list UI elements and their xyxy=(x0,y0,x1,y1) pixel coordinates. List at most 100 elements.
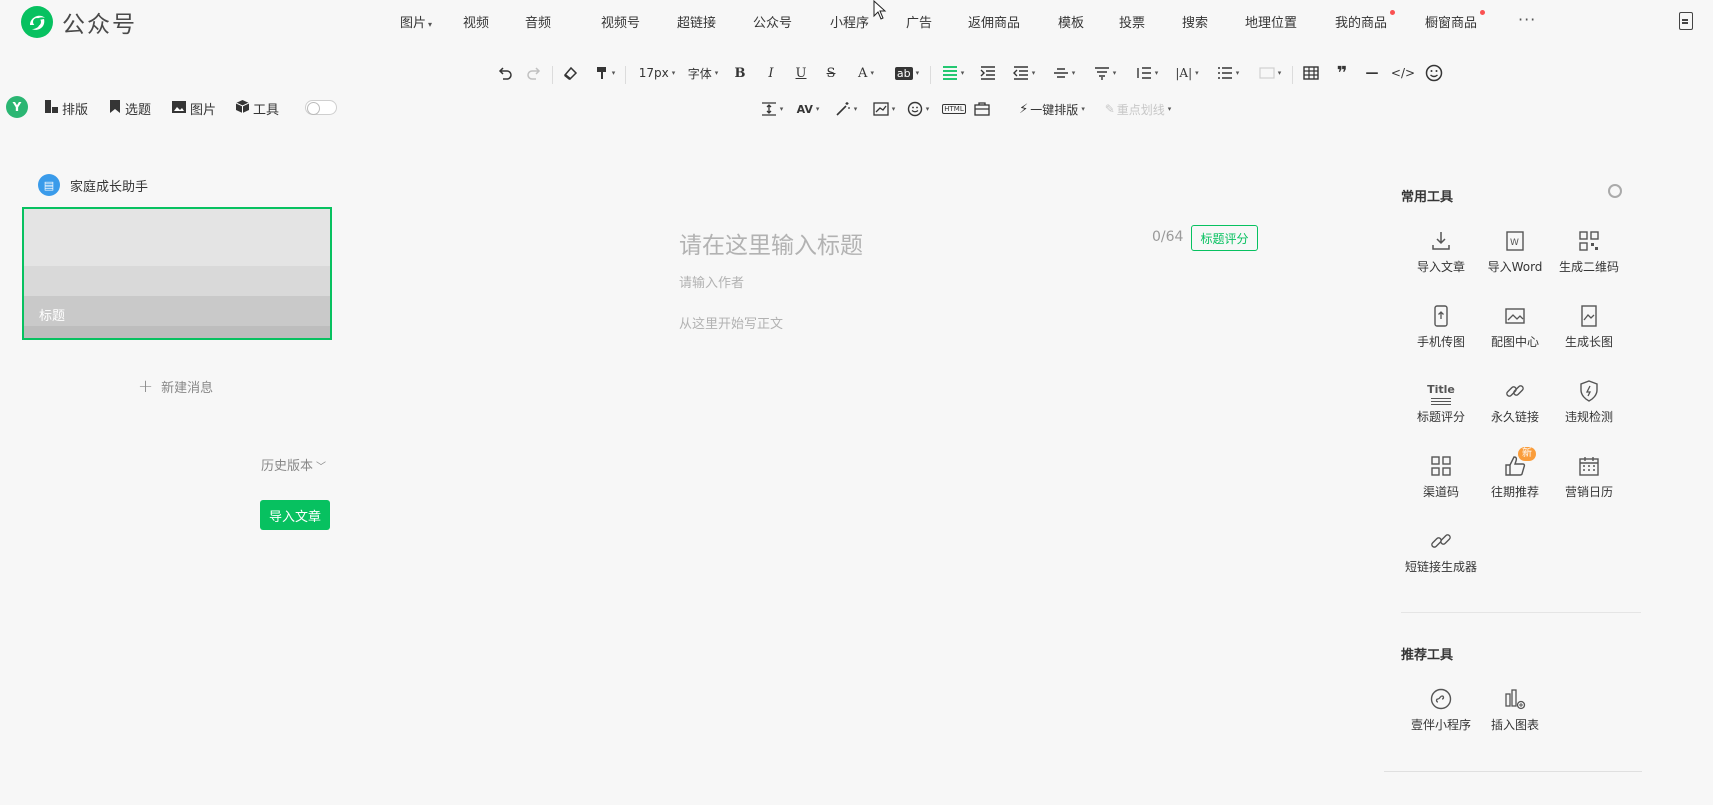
channel-code-icon xyxy=(1430,455,1452,477)
link-icon xyxy=(1504,380,1526,402)
align-icon[interactable]: ▾ xyxy=(940,62,966,84)
tool-title-score[interactable]: Title 标题评分 xyxy=(1401,380,1481,425)
redo-icon[interactable] xyxy=(524,62,544,84)
tools-panel: 常用工具 导入文章 W 导入Word 生成二维码 手机传图 配图中心 生成长图 … xyxy=(1384,170,1642,772)
nav-ads[interactable]: 广告 xyxy=(906,12,932,31)
kerning-icon[interactable]: AV ▾ xyxy=(794,98,822,120)
tool-image-center[interactable]: 配图中心 xyxy=(1475,305,1555,350)
magic-wand-icon[interactable]: ▾ xyxy=(832,98,860,120)
author-input[interactable]: 请输入作者 xyxy=(679,272,744,291)
chart-insert-icon[interactable]: ▾ xyxy=(870,98,898,120)
nav-official-account[interactable]: 公众号 xyxy=(753,12,792,31)
plugin-toggle[interactable] xyxy=(305,100,337,115)
underline-button[interactable]: U xyxy=(792,62,810,84)
nav-hyperlink[interactable]: 超链接 xyxy=(677,12,716,31)
common-tools-title: 常用工具 xyxy=(1401,190,1454,205)
thumb-up-icon: 新 xyxy=(1504,447,1536,477)
tool-insert-chart[interactable]: 插入图表 xyxy=(1475,688,1555,733)
nav-commission-goods[interactable]: 返佣商品 xyxy=(968,12,1020,31)
article-card[interactable]: 标题 xyxy=(22,207,332,340)
plugin-logo[interactable]: Y xyxy=(6,96,28,118)
tool-channel-code[interactable]: 渠道码 xyxy=(1401,455,1481,500)
chevron-down-icon: ﹀ xyxy=(316,462,327,473)
format-painter-icon[interactable]: ▾ xyxy=(591,62,617,84)
block-style-icon[interactable]: ▾ xyxy=(1256,62,1284,84)
lightning-icon: ⚡ xyxy=(1019,101,1029,117)
plugin-layout[interactable]: 排版 xyxy=(45,99,88,118)
font-size-select[interactable]: 17px ▾ xyxy=(634,62,680,84)
code-icon[interactable]: </> xyxy=(1391,62,1415,84)
nav-mini-program[interactable]: 小程序 xyxy=(830,12,869,31)
undo-icon[interactable] xyxy=(495,62,515,84)
tool-import-word[interactable]: W 导入Word xyxy=(1475,230,1555,275)
chart-icon xyxy=(1504,688,1526,710)
divider-line-icon[interactable]: — xyxy=(1362,62,1382,84)
emoji-icon[interactable] xyxy=(1424,62,1444,84)
highlight-line-button[interactable]: ✎ 重点划线 ▾ xyxy=(1099,98,1177,120)
html-icon[interactable]: HTML xyxy=(942,98,966,120)
image-center-icon xyxy=(1504,305,1526,327)
gear-icon[interactable] xyxy=(1608,184,1622,198)
recommend-tools-title: 推荐工具 xyxy=(1401,648,1454,663)
svg-text:W: W xyxy=(1510,238,1519,248)
tool-violation-check[interactable]: 违规检测 xyxy=(1549,380,1629,425)
more-icon[interactable]: ··· xyxy=(1518,10,1536,29)
indent-icon[interactable] xyxy=(978,62,998,84)
tool-marketing-calendar[interactable]: 营销日历 xyxy=(1549,455,1629,500)
italic-button[interactable]: I xyxy=(762,62,780,84)
paragraph-spacing-icon[interactable]: ▾ xyxy=(1091,62,1119,84)
spacing-icon[interactable]: ▾ xyxy=(758,98,786,120)
new-message-button[interactable]: + 新建消息 xyxy=(138,376,213,397)
tool-mini-program[interactable]: 壹伴小程序 xyxy=(1401,688,1481,733)
document-list-icon[interactable] xyxy=(1679,12,1693,30)
font-family-select[interactable]: 字体 ▾ xyxy=(685,62,721,84)
nav-channels[interactable]: 视频号 xyxy=(601,12,640,31)
one-click-layout-button[interactable]: ⚡ 一键排版 ▾ xyxy=(1013,98,1091,120)
nav-location[interactable]: 地理位置 xyxy=(1245,12,1297,31)
nav-search[interactable]: 搜索 xyxy=(1182,12,1208,31)
tool-long-image[interactable]: 生成长图 xyxy=(1549,305,1629,350)
title-score-button[interactable]: 标题评分 xyxy=(1191,225,1258,251)
vertical-align-icon[interactable]: ▾ xyxy=(1050,62,1078,84)
import-article-button[interactable]: 导入文章 xyxy=(260,500,330,530)
tool-short-link[interactable]: 短链接生成器 xyxy=(1401,530,1481,575)
plus-icon: + xyxy=(138,376,154,397)
bookmark-icon xyxy=(109,100,121,117)
nav-video[interactable]: 视频 xyxy=(463,12,489,31)
bold-button[interactable]: B xyxy=(731,62,749,84)
plugin-images[interactable]: 图片 xyxy=(172,99,216,118)
tool-import-article[interactable]: 导入文章 xyxy=(1401,230,1481,275)
tool-phone-upload[interactable]: 手机传图 xyxy=(1401,305,1481,350)
letter-spacing-icon[interactable]: |A| ▾ xyxy=(1173,62,1201,84)
logo[interactable]: 公众号 xyxy=(20,5,137,39)
sticker-icon[interactable]: ▾ xyxy=(904,98,932,120)
font-color-button[interactable]: A ▾ xyxy=(853,62,879,84)
nav-audio[interactable]: 音频 xyxy=(525,12,551,31)
quote-icon[interactable]: ❞ xyxy=(1332,62,1352,84)
layout-icon xyxy=(45,100,58,117)
outdent-icon[interactable]: ▾ xyxy=(1010,62,1038,84)
nav-showcase-goods[interactable]: 橱窗商品 xyxy=(1425,10,1486,31)
line-height-icon[interactable]: ▾ xyxy=(1133,62,1161,84)
toolbox-icon[interactable] xyxy=(972,98,992,120)
nav-image[interactable]: 图片 ▾ xyxy=(400,12,432,31)
strikethrough-button[interactable]: S xyxy=(822,62,840,84)
nav-vote[interactable]: 投票 xyxy=(1119,12,1145,31)
nav-my-goods[interactable]: 我的商品 xyxy=(1335,10,1396,31)
title-char-count: 0/64 xyxy=(1152,229,1184,245)
history-version-dropdown[interactable]: 历史版本 ﹀ xyxy=(261,455,326,474)
plugin-topics[interactable]: 选题 xyxy=(109,99,151,118)
phone-upload-icon xyxy=(1430,305,1452,327)
plugin-tools[interactable]: 工具 xyxy=(235,99,279,118)
account-header: ▤ 家庭成长助手 xyxy=(38,174,148,196)
body-editor[interactable]: 从这里开始写正文 xyxy=(679,313,783,332)
background-color-button[interactable]: ab ▾ xyxy=(892,62,922,84)
tool-past-recommend[interactable]: 新 往期推荐 xyxy=(1475,447,1555,500)
table-icon[interactable] xyxy=(1301,62,1321,84)
list-icon[interactable]: ▾ xyxy=(1214,62,1242,84)
tool-permanent-link[interactable]: 永久链接 xyxy=(1475,380,1555,425)
title-input[interactable]: 请在这里输入标题 xyxy=(679,226,863,260)
eraser-icon[interactable] xyxy=(560,62,580,84)
nav-templates[interactable]: 模板 xyxy=(1058,12,1084,31)
tool-generate-qrcode[interactable]: 生成二维码 xyxy=(1549,230,1629,275)
